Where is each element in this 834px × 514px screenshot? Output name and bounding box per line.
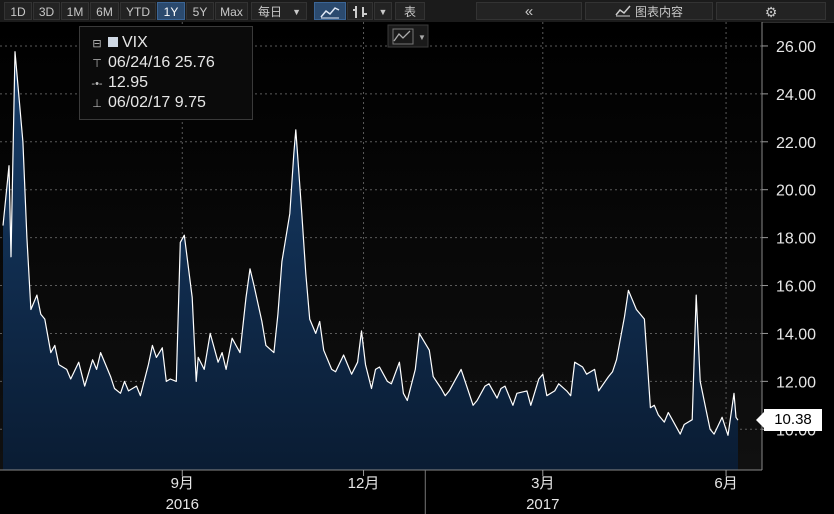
range-5y-button[interactable]: 5Y	[186, 2, 214, 20]
range-3d-button[interactable]: 3D	[33, 2, 60, 20]
line-chart-icon	[320, 7, 340, 19]
y-tick-label: 18.00	[776, 231, 816, 248]
x-year-label: 2017	[526, 496, 559, 513]
range-max-button[interactable]: Max	[215, 2, 248, 20]
x-year-label: 2016	[166, 496, 199, 513]
line-chart-button[interactable]	[314, 2, 346, 20]
legend-low: 06/02/17 9.75	[108, 94, 206, 111]
legend-last-row: -•- 12.95	[90, 73, 148, 93]
y-tick-label: 16.00	[776, 279, 816, 296]
settings-button[interactable]: ⚙	[716, 2, 826, 20]
legend: ⊟ VIX ⊤ 06/24/16 25.76 -•- 12.95 ⊥ 06/02/17 …	[79, 26, 253, 120]
chart-content-label: 图表内容	[634, 5, 683, 19]
ohlc-bars-icon	[353, 6, 367, 18]
last-value-badge: 10.38	[756, 409, 822, 431]
legend-swatch	[108, 37, 118, 47]
chevron-down-icon: ▼	[418, 33, 426, 42]
y-tick-label: 12.00	[776, 374, 816, 391]
y-tick-label: 20.00	[776, 183, 816, 200]
y-tick-label: 14.00	[776, 326, 816, 343]
double-chevron-left-icon: «	[524, 3, 534, 20]
range-6m-button[interactable]: 6M	[90, 2, 119, 20]
x-month-label: 6月	[714, 475, 737, 492]
chart-content-icon	[615, 5, 631, 17]
y-tick-label: 22.00	[776, 135, 816, 152]
bar-style-button[interactable]	[347, 2, 373, 20]
table-button[interactable]: 表	[395, 2, 425, 20]
legend-high: 06/24/16 25.76	[108, 54, 215, 71]
x-month-label: 12月	[348, 475, 380, 492]
y-tick-label: 26.00	[776, 39, 816, 56]
legend-high-row: ⊤ 06/24/16 25.76	[90, 53, 215, 73]
gear-icon: ⚙	[764, 4, 778, 20]
range-1m-button[interactable]: 1M	[61, 2, 89, 20]
chart-content-button[interactable]: 图表内容	[585, 2, 713, 20]
x-axis: 9月 12月 3月 6月 2016 2017	[166, 470, 738, 514]
last-marker-icon: -•-	[91, 78, 103, 90]
frequency-label: 每日	[258, 5, 283, 19]
range-1d-button[interactable]: 1D	[4, 2, 32, 20]
x-month-label: 9月	[171, 475, 194, 492]
y-tick-label: 24.00	[776, 87, 816, 104]
frequency-dropdown[interactable]: 每日 ▼	[251, 2, 307, 20]
range-1y-button[interactable]: 1Y	[157, 2, 185, 20]
high-marker-icon: ⊤	[92, 58, 102, 70]
legend-ticker-row: ⊟ VIX	[90, 33, 148, 54]
collapse-toggle-icon[interactable]: ⊟	[90, 34, 104, 54]
legend-last: 12.95	[108, 74, 149, 91]
x-month-label: 3月	[531, 475, 554, 492]
low-marker-icon: ⊥	[92, 98, 102, 110]
chart-style-dropdown[interactable]: ▼	[374, 2, 392, 20]
legend-low-row: ⊥ 06/02/17 9.75	[90, 93, 206, 113]
legend-ticker: VIX	[122, 34, 148, 51]
collapse-button[interactable]: «	[476, 2, 582, 20]
chevron-down-icon: ▼	[378, 7, 388, 17]
y-axis: 10.0012.0014.0016.0018.0020.0022.0024.00…	[762, 39, 816, 439]
chart-type-menu[interactable]: ▼	[387, 24, 429, 48]
toolbar: 1D 3D 1M 6M YTD 1Y 5Y Max 每日 ▼ ▼ 表 « 图表内…	[0, 0, 834, 23]
range-ytd-button[interactable]: YTD	[120, 2, 156, 20]
chevron-down-icon: ▼	[292, 7, 301, 17]
